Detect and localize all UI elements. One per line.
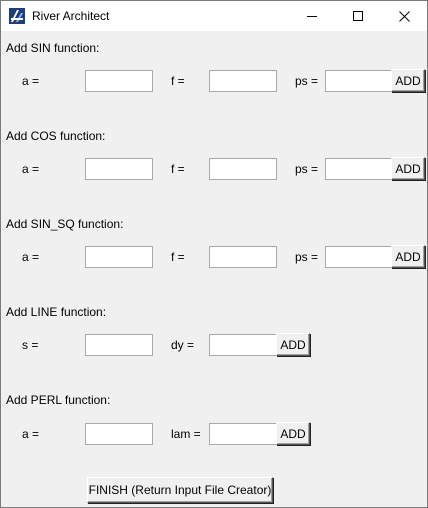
sin-sq-add-button[interactable]: ADD [391,245,425,268]
close-icon [398,10,410,22]
cos-a-label: a = [22,162,40,176]
cos-f-input[interactable] [209,158,277,180]
client-area: Add SIN function: a = f = ps = ADD Add C… [1,31,427,507]
minimize-icon [307,16,317,17]
finish-button[interactable]: FINISH (Return Input File Creator) [87,477,273,503]
sin-sq-a-label: a = [22,250,40,264]
line-add-button[interactable]: ADD [276,333,310,356]
line-s-input[interactable] [85,334,153,356]
perl-a-input[interactable] [85,423,153,445]
sin-f-label: f = [171,74,185,88]
perl-add-button[interactable]: ADD [276,422,310,445]
sin-a-label: a = [22,74,40,88]
sin-sq-a-input[interactable] [85,246,153,268]
window-title: River Architect [32,9,110,23]
cos-ps-input[interactable] [325,158,393,180]
perl-a-label: a = [22,427,40,441]
line-dy-label: dy = [171,338,195,352]
sin-sq-ps-label: ps = [295,250,319,264]
minimize-button[interactable] [289,1,335,31]
line-dy-input[interactable] [209,334,277,356]
maximize-button[interactable] [335,1,381,31]
close-button[interactable] [381,1,427,31]
perl-lam-input[interactable] [209,423,277,445]
cos-heading: Add COS function: [6,129,106,143]
sin-sq-heading: Add SIN_SQ function: [6,217,124,231]
perl-lam-label: lam = [171,427,201,441]
maximize-icon [353,11,363,21]
sin-a-input[interactable] [85,70,153,92]
sin-f-input[interactable] [209,70,277,92]
cos-a-input[interactable] [85,158,153,180]
cos-ps-label: ps = [295,162,319,176]
sin-sq-f-label: f = [171,250,185,264]
river-architect-logo-icon [9,8,25,24]
cos-f-label: f = [171,162,185,176]
sin-heading: Add SIN function: [6,41,100,55]
line-heading: Add LINE function: [6,305,107,319]
cos-add-button[interactable]: ADD [391,157,425,180]
title-bar: River Architect [1,1,427,31]
sin-sq-f-input[interactable] [209,246,277,268]
line-s-label: s = [22,338,39,352]
sin-add-button[interactable]: ADD [391,69,425,92]
sin-sq-ps-input[interactable] [325,246,393,268]
river-architect-window: River Architect Add SIN function: a = f … [0,0,428,508]
sin-ps-input[interactable] [325,70,393,92]
perl-heading: Add PERL function: [6,393,111,407]
sin-ps-label: ps = [295,74,319,88]
